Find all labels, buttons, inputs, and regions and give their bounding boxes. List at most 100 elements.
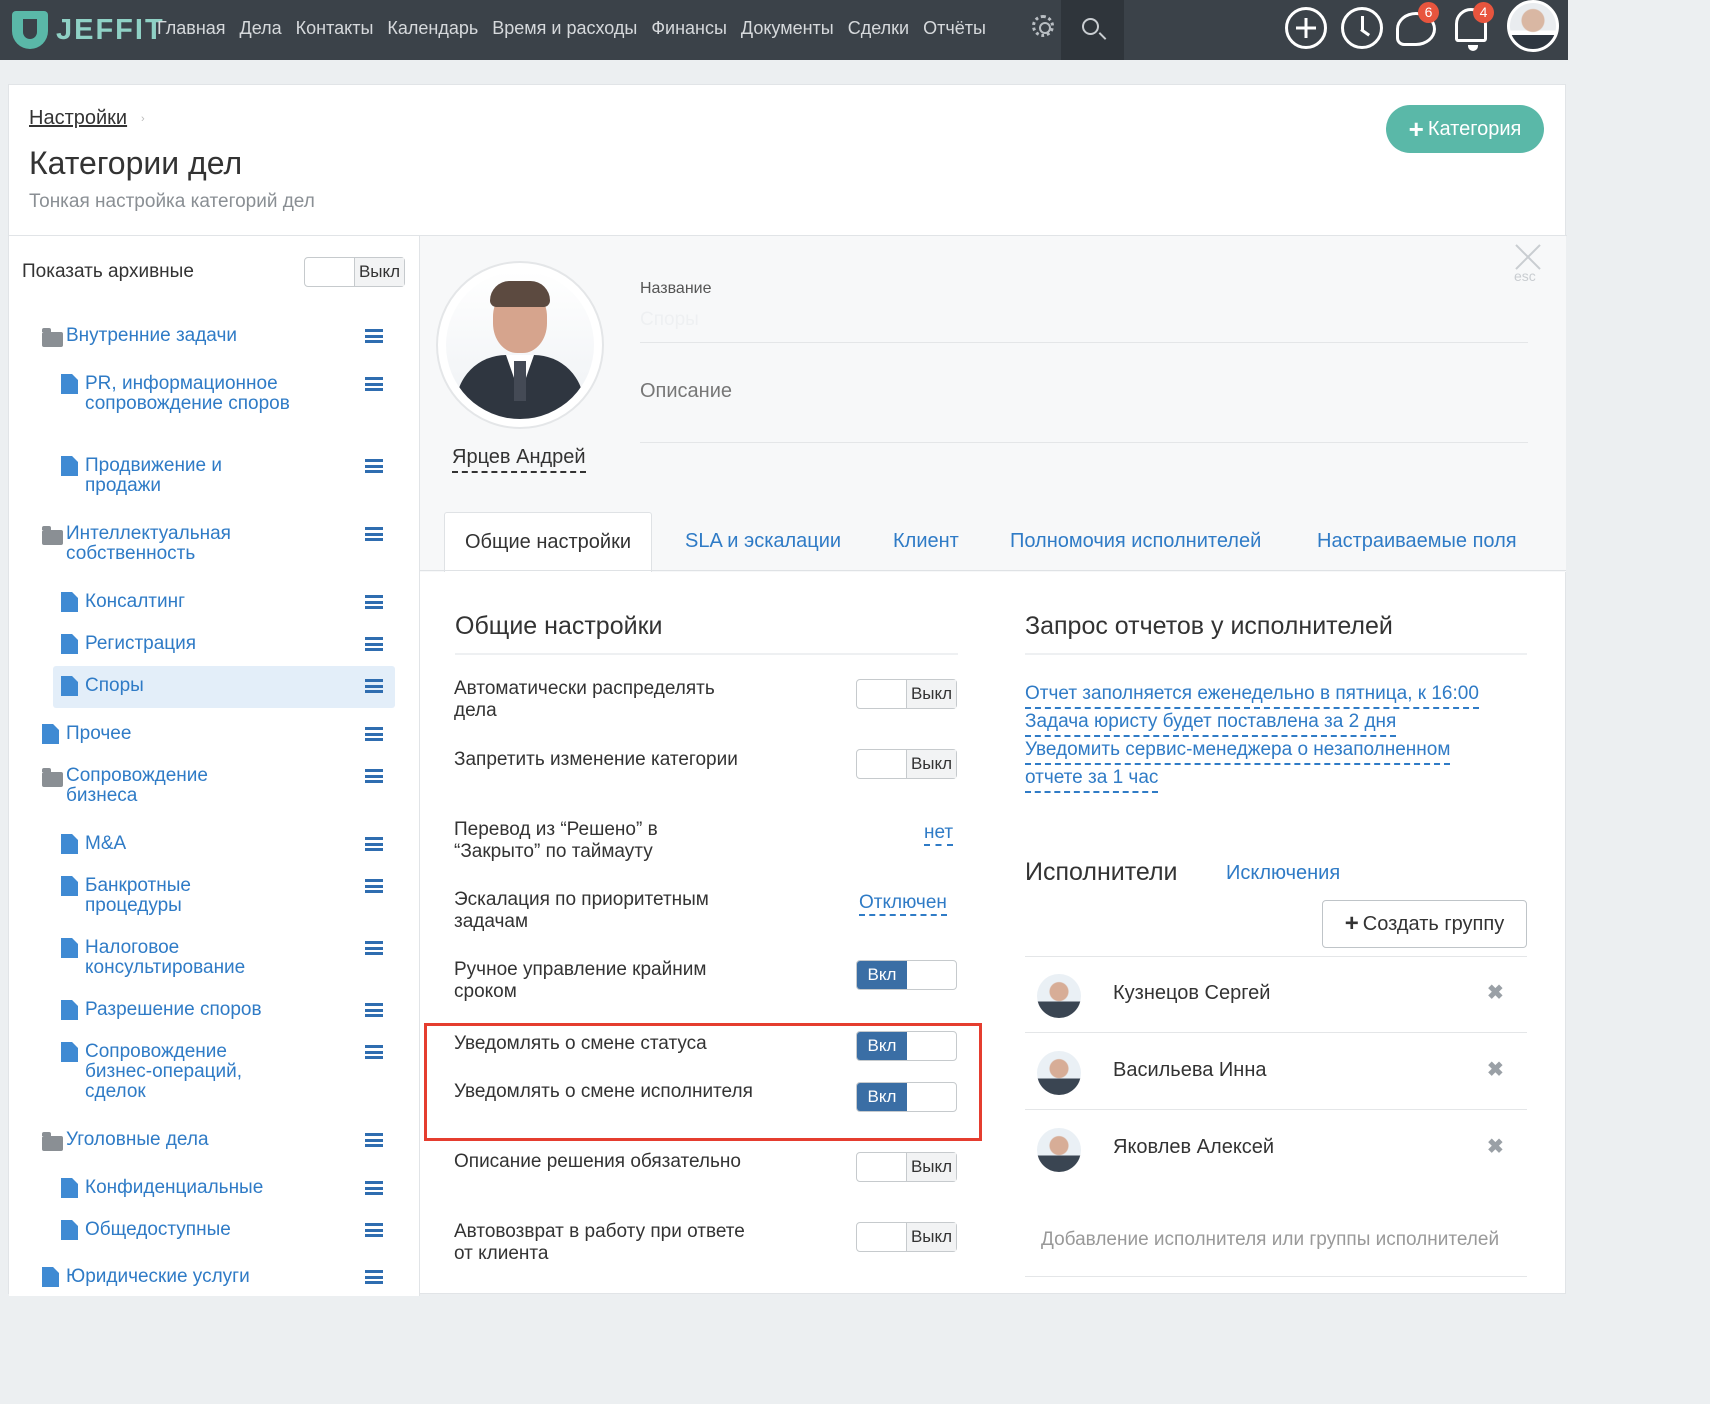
report-schedule-link[interactable]: Отчет заполняется еженедельно в пятница,… — [1025, 680, 1479, 709]
page-subtitle: Тонкая настройка категорий дел — [29, 191, 315, 212]
name-field[interactable]: Споры — [640, 309, 699, 331]
executor-row: Кузнецов Сергей ✖ — [1025, 956, 1527, 1033]
user-avatar[interactable] — [1507, 0, 1559, 52]
resolved-timeout-link[interactable]: нет — [924, 822, 954, 846]
toggle-state: Вкл — [857, 961, 907, 989]
esc-hint: esc — [1514, 268, 1536, 284]
toggle-state: Вкл — [857, 1083, 907, 1111]
breadcrumb-settings[interactable]: Настройки — [29, 107, 127, 130]
file-icon — [42, 724, 59, 744]
menu-icon[interactable] — [365, 1133, 383, 1147]
toggle-state: Выкл — [354, 258, 404, 286]
menu-icon[interactable] — [365, 1003, 383, 1017]
menu-icon[interactable] — [365, 1181, 383, 1195]
menu-icon[interactable] — [365, 329, 383, 343]
logo-text: JEFFIT — [56, 13, 165, 46]
report-notify-link-cont[interactable]: отчете за 1 час — [1025, 764, 1159, 793]
file-icon — [61, 1000, 78, 1020]
remove-icon[interactable]: ✖ — [1487, 1134, 1504, 1159]
file-icon — [42, 1267, 59, 1287]
auto-return-toggle[interactable]: Выкл — [856, 1222, 957, 1252]
exceptions-link[interactable]: Исключения — [1226, 862, 1340, 885]
tab-general[interactable]: Общие настройки — [444, 512, 652, 572]
menu-icon[interactable] — [365, 941, 383, 955]
menu-icon[interactable] — [365, 595, 383, 609]
setting-manual-deadline: Ручное управление крайним сроком — [454, 959, 707, 1002]
nav-documents[interactable]: Документы — [741, 18, 834, 39]
executor-row: Яковлев Алексей ✖ — [1025, 1110, 1527, 1187]
owner-name-link[interactable]: Ярцев Андрей — [452, 446, 586, 473]
nav-reports[interactable]: Отчёты — [923, 18, 986, 39]
owner-photo[interactable] — [436, 261, 604, 429]
notify-executor-toggle[interactable]: Вкл — [856, 1082, 957, 1112]
menu-icon[interactable] — [365, 879, 383, 893]
nav-home[interactable]: Главная — [157, 18, 226, 39]
add-category-button[interactable]: + Категория — [1386, 105, 1544, 153]
forbid-category-toggle[interactable]: Выкл — [856, 749, 957, 779]
clock-icon[interactable] — [1341, 7, 1383, 49]
tree-item-label: Консалтинг — [85, 591, 186, 612]
breadcrumb-separator: › — [141, 113, 145, 125]
settings-gear-icon[interactable] — [1032, 15, 1054, 37]
nav-cases[interactable]: Дела — [240, 18, 282, 39]
show-archived-toggle[interactable]: Выкл — [304, 257, 405, 287]
tree-item-label: Интеллектуальная собственность — [66, 523, 231, 564]
tab-executor-permissions[interactable]: Полномочия исполнителей — [1010, 512, 1261, 572]
logo[interactable]: JEFFIT — [12, 10, 165, 50]
toggle-state: Выкл — [906, 750, 956, 778]
general-settings-title: Общие настройки — [455, 612, 663, 640]
reports-title: Запрос отчетов у исполнителей — [1025, 612, 1393, 640]
menu-icon[interactable] — [365, 727, 383, 741]
executor-name: Кузнецов Сергей — [1113, 982, 1271, 1004]
search-button[interactable] — [1061, 0, 1124, 60]
nav-calendar[interactable]: Календарь — [387, 18, 478, 39]
add-plus-icon[interactable] — [1285, 7, 1327, 49]
menu-icon[interactable] — [365, 679, 383, 693]
menu-icon[interactable] — [365, 1045, 383, 1059]
create-group-button[interactable]: + Создать группу — [1322, 900, 1527, 948]
setting-resolution-required: Описание решения обязательно — [454, 1151, 741, 1172]
manual-deadline-toggle[interactable]: Вкл — [856, 960, 957, 990]
menu-icon[interactable] — [365, 1223, 383, 1237]
tree-item-label: Сопровождение бизнеса — [66, 765, 208, 806]
name-field-label: Название — [640, 280, 712, 297]
tab-client[interactable]: Клиент — [893, 512, 959, 572]
menu-icon[interactable] — [365, 377, 383, 391]
priority-escalation-link[interactable]: Отключен — [859, 892, 947, 916]
category-tree-sidebar: Показать архивные Выкл Внутренние задачи… — [9, 236, 420, 1296]
menu-icon[interactable] — [365, 769, 383, 783]
nav-deals[interactable]: Сделки — [848, 18, 909, 39]
file-icon — [61, 374, 78, 394]
tree-item-label: Юридические услуги — [66, 1266, 250, 1287]
menu-icon[interactable] — [365, 459, 383, 473]
menu-icon[interactable] — [365, 527, 383, 541]
file-icon — [61, 1042, 78, 1062]
toggle-state: Выкл — [906, 680, 956, 708]
notify-status-toggle[interactable]: Вкл — [856, 1031, 957, 1061]
nav-contacts[interactable]: Контакты — [296, 18, 374, 39]
nav-finance[interactable]: Финансы — [651, 18, 727, 39]
tab-custom-fields[interactable]: Настраиваемые поля — [1317, 512, 1517, 572]
folder-icon — [42, 328, 63, 347]
avatar — [1037, 1051, 1081, 1095]
report-task-link[interactable]: Задача юристу будет поставлена за 2 дня — [1025, 708, 1397, 737]
menu-icon[interactable] — [365, 837, 383, 851]
report-notify-link[interactable]: Уведомить сервис-менеджера о незаполненн… — [1025, 736, 1451, 765]
menu-icon[interactable] — [365, 1270, 383, 1284]
show-archived-label: Показать архивные — [22, 261, 194, 282]
resolution-required-toggle[interactable]: Выкл — [856, 1152, 957, 1182]
remove-icon[interactable]: ✖ — [1487, 980, 1504, 1005]
auto-distribute-toggle[interactable]: Выкл — [856, 679, 957, 709]
tab-sla[interactable]: SLA и эскалации — [685, 512, 841, 572]
nav-time-expenses[interactable]: Время и расходы — [492, 18, 637, 39]
menu-icon[interactable] — [365, 637, 383, 651]
add-executor-input[interactable]: Добавление исполнителя или группы исполн… — [1041, 1229, 1521, 1251]
description-field[interactable]: Описание — [640, 380, 732, 403]
tree-item-label: Продвижение и продажи — [85, 455, 223, 496]
settings-panel: Настройки › Категории дел Тонкая настрой… — [8, 84, 1567, 1296]
remove-icon[interactable]: ✖ — [1487, 1057, 1504, 1082]
file-icon — [61, 634, 78, 654]
avatar — [1037, 974, 1081, 1018]
notifications-badge: 4 — [1473, 2, 1494, 23]
executor-row: Васильева Инна ✖ — [1025, 1033, 1527, 1110]
